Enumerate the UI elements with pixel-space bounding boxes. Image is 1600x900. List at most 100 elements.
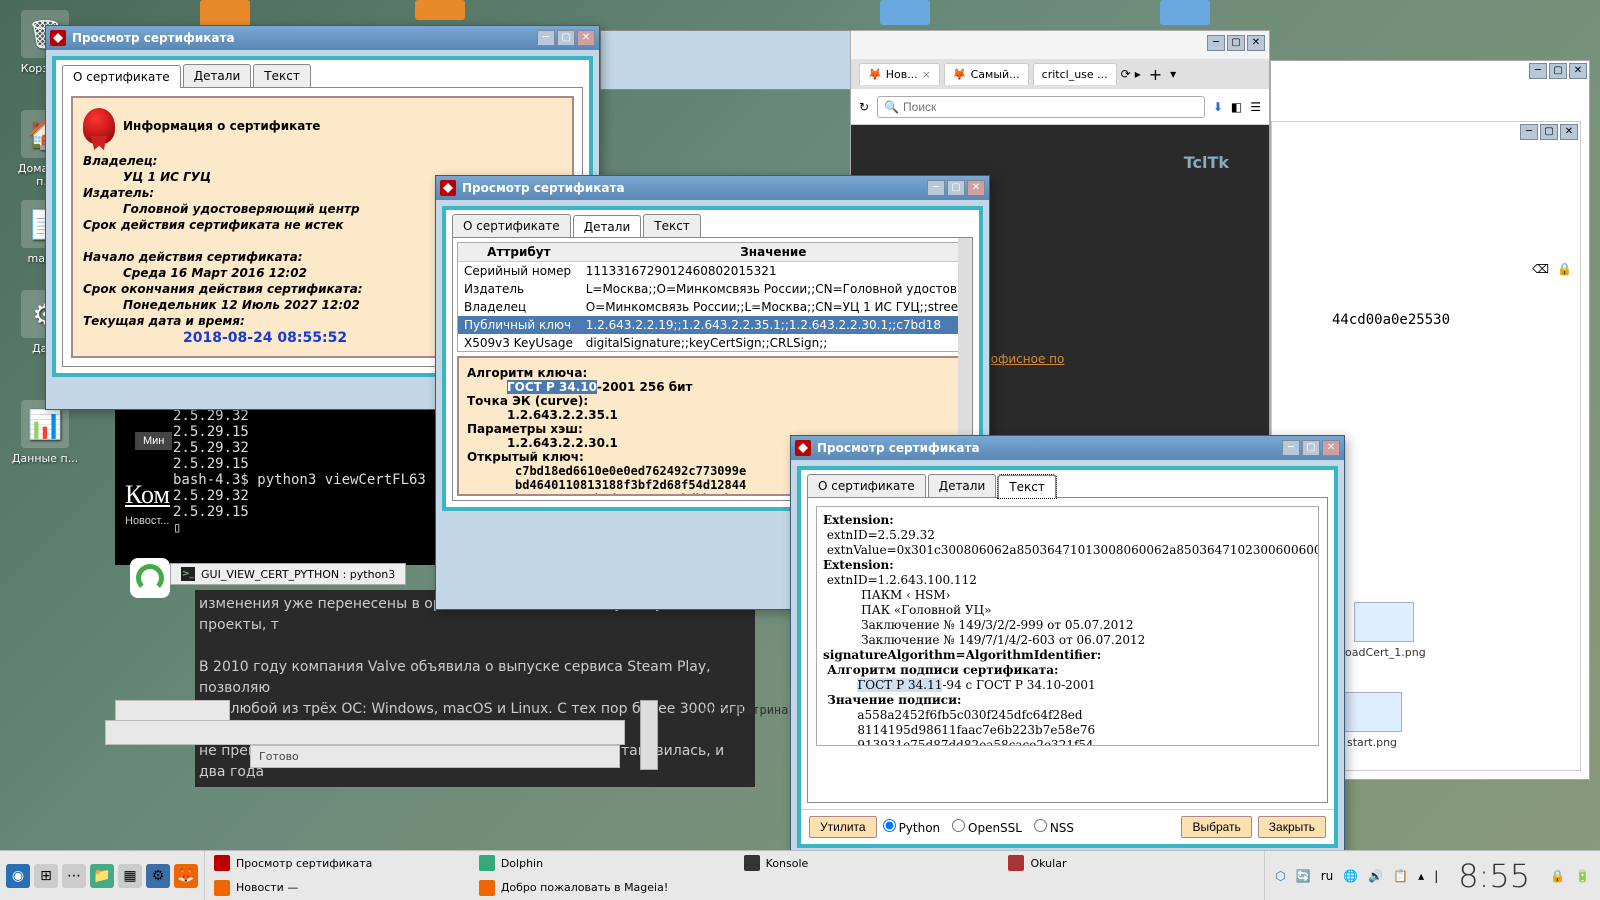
task-icon xyxy=(744,855,760,871)
tab-details[interactable]: Детали xyxy=(573,215,642,238)
tab-text[interactable]: Текст xyxy=(998,475,1056,498)
details-table[interactable]: АттрибутЗначение Серийный номер111331672… xyxy=(457,242,968,352)
minimize-button[interactable]: ─ xyxy=(1529,63,1547,79)
tab-details[interactable]: Детали xyxy=(928,474,997,497)
tray-expand-icon[interactable]: ▴ xyxy=(1418,869,1424,883)
browser-tab-news[interactable]: 🦊Нов...× xyxy=(859,63,940,85)
konsole-tab-min[interactable]: Мин xyxy=(135,432,172,450)
taskbar: ◉ ⊞ ⋯ 📁 ▦ ⚙ 🦊 Просмотр сертификатаDolphi… xyxy=(0,850,1600,900)
scrollbar-stub[interactable] xyxy=(105,720,625,745)
close-button[interactable]: ✕ xyxy=(1247,35,1265,51)
new-tab-button[interactable]: + xyxy=(1145,65,1166,84)
tab-about[interactable]: О сертификате xyxy=(452,214,571,237)
tab-text[interactable]: Текст xyxy=(253,64,311,87)
maximize-button[interactable]: ▢ xyxy=(1302,440,1320,456)
keyboard-layout[interactable]: ru xyxy=(1321,869,1334,883)
search-input[interactable] xyxy=(903,100,1198,114)
vscrollbar-stub[interactable] xyxy=(640,700,658,770)
close-button[interactable]: Закрыть xyxy=(1258,816,1326,838)
close-button[interactable]: ✕ xyxy=(577,30,595,46)
tabs-menu-button[interactable]: ▾ xyxy=(1170,67,1176,81)
close-button[interactable]: ✕ xyxy=(1560,124,1578,140)
table-row[interactable]: Серийный номер1113316729012460802015321 xyxy=(458,262,967,281)
download-button[interactable]: ⬇ xyxy=(1213,100,1223,114)
close-button[interactable]: ✕ xyxy=(1322,440,1340,456)
file-thumb-start[interactable]: start.png xyxy=(1342,692,1402,749)
browser-tabs: 🦊Нов...× 🦊Самый... critcl_use ... ⟳ ▸ + … xyxy=(851,59,1269,89)
tray-battery-icon[interactable]: 🔋 xyxy=(1575,869,1590,883)
desktop-launcher[interactable]: ▦ xyxy=(118,864,142,888)
minimize-button[interactable]: ─ xyxy=(537,30,555,46)
konsole-tab[interactable]: >_ GUI_VIEW_CERT_PYTHON : python3 xyxy=(170,563,406,585)
reload-button[interactable]: ↻ xyxy=(859,100,869,114)
folder-icon[interactable] xyxy=(880,0,930,25)
taskbar-task[interactable]: Konsole xyxy=(735,851,1000,876)
browser-tab-critcl[interactable]: critcl_use ... xyxy=(1033,63,1117,85)
apps-button[interactable]: ⊞ xyxy=(34,864,58,888)
choose-button[interactable]: Выбрать xyxy=(1181,816,1251,838)
table-row[interactable]: ИздательL=Москва;;O=Минкомсвязь России;;… xyxy=(458,280,967,298)
radio-python[interactable]: Python xyxy=(883,821,941,835)
task-icon xyxy=(479,855,495,871)
maximize-button[interactable]: ▢ xyxy=(1549,63,1567,79)
minimize-button[interactable]: ─ xyxy=(1282,440,1300,456)
taskbar-task[interactable]: Просмотр сертификата xyxy=(205,851,470,876)
settings-launcher[interactable]: ⚙ xyxy=(146,864,170,888)
system-tray: ⬡ 🔄 ru 🌐 🔊 📋 ▴ | 8:55 🔒 🔋 xyxy=(1264,851,1600,900)
maximize-button[interactable]: ▢ xyxy=(947,180,965,196)
taskbar-task[interactable]: Okular xyxy=(999,851,1264,876)
taskbar-task[interactable]: Новости — xyxy=(205,876,470,900)
browser-tab-samyi[interactable]: 🦊Самый... xyxy=(944,63,1029,85)
radio-nss[interactable]: NSS xyxy=(1034,821,1074,835)
folder-icon[interactable] xyxy=(1160,0,1210,25)
titlebar[interactable]: Просмотр сертификата ─ ▢ ✕ xyxy=(791,436,1344,460)
sidebar-button[interactable]: ◧ xyxy=(1231,100,1242,114)
table-row[interactable]: X509v3 KeyUsagedigitalSignature;;keyCert… xyxy=(458,334,967,352)
tray-update-icon[interactable]: 🔄 xyxy=(1296,869,1311,883)
minimize-button[interactable]: ─ xyxy=(1207,35,1225,51)
close-button[interactable]: ✕ xyxy=(967,180,985,196)
folder-icon[interactable] xyxy=(415,0,465,20)
table-row[interactable]: Публичный ключ1.2.643.2.2.19;;1.2.643.2.… xyxy=(458,316,967,334)
minimize-button[interactable]: ─ xyxy=(1520,124,1538,140)
menu-button[interactable]: ☰ xyxy=(1250,100,1261,114)
backend-radio-group: Python OpenSSL NSS xyxy=(883,819,1082,835)
minimize-button[interactable]: ─ xyxy=(927,180,945,196)
tray-clipboard-icon[interactable]: 📋 xyxy=(1393,869,1408,883)
firefox-launcher[interactable]: 🦊 xyxy=(174,864,198,888)
taskbar-task[interactable]: Dolphin xyxy=(470,851,735,876)
tab-history-dropdown[interactable]: ▸ xyxy=(1135,67,1141,81)
tray-network-icon[interactable]: 🌐 xyxy=(1343,869,1358,883)
file-thumb-loadcert[interactable]: loadCert_1.png xyxy=(1342,602,1426,659)
maximize-button[interactable]: ▢ xyxy=(1540,124,1558,140)
tab-about[interactable]: О сертификате xyxy=(62,65,181,88)
tab-text[interactable]: Текст xyxy=(643,214,701,237)
close-button[interactable]: ✕ xyxy=(1569,63,1587,79)
titlebar[interactable]: Просмотр сертификата ─ ▢ ✕ xyxy=(436,176,989,200)
utility-button[interactable]: Утилита xyxy=(809,816,877,838)
kom-heading: Ком xyxy=(125,480,170,510)
tab-about[interactable]: О сертификате xyxy=(807,474,926,497)
tray-lock-icon[interactable]: 🔒 xyxy=(1550,869,1565,883)
backspace-icon[interactable]: ⌫ xyxy=(1532,262,1549,276)
search-field[interactable]: 🔍 xyxy=(877,96,1205,118)
tray-volume-icon[interactable]: 🔊 xyxy=(1368,869,1383,883)
clock[interactable]: 8:55 xyxy=(1448,857,1540,895)
close-icon[interactable]: × xyxy=(922,68,931,81)
scrollbar[interactable] xyxy=(958,242,968,352)
tray-shield-icon[interactable]: ⬡ xyxy=(1275,869,1285,883)
taskbar-task[interactable]: Добро пожаловать в Mageia! xyxy=(470,876,735,900)
apps-menu-button[interactable]: ⋯ xyxy=(62,864,86,888)
maximize-button[interactable]: ▢ xyxy=(1227,35,1245,51)
start-button[interactable]: ◉ xyxy=(6,864,30,888)
filename-fragment: 44cd00a0e25530 xyxy=(1332,312,1450,328)
maximize-button[interactable]: ▢ xyxy=(557,30,575,46)
table-row[interactable]: ВладелецO=Минкомсвязь России;;L=Москва;;… xyxy=(458,298,967,316)
tab-details[interactable]: Детали xyxy=(183,64,252,87)
titlebar[interactable]: Просмотр сертификата ─ ▢ ✕ xyxy=(46,26,599,50)
dolphin-launcher[interactable]: 📁 xyxy=(90,864,114,888)
app-icon xyxy=(440,180,456,196)
cert-text-pane[interactable]: Extension: extnID=2.5.29.32 extnValue=0x… xyxy=(816,506,1319,746)
radio-openssl[interactable]: OpenSSL xyxy=(952,821,1022,835)
link-office[interactable]: офисное по xyxy=(991,352,1065,366)
